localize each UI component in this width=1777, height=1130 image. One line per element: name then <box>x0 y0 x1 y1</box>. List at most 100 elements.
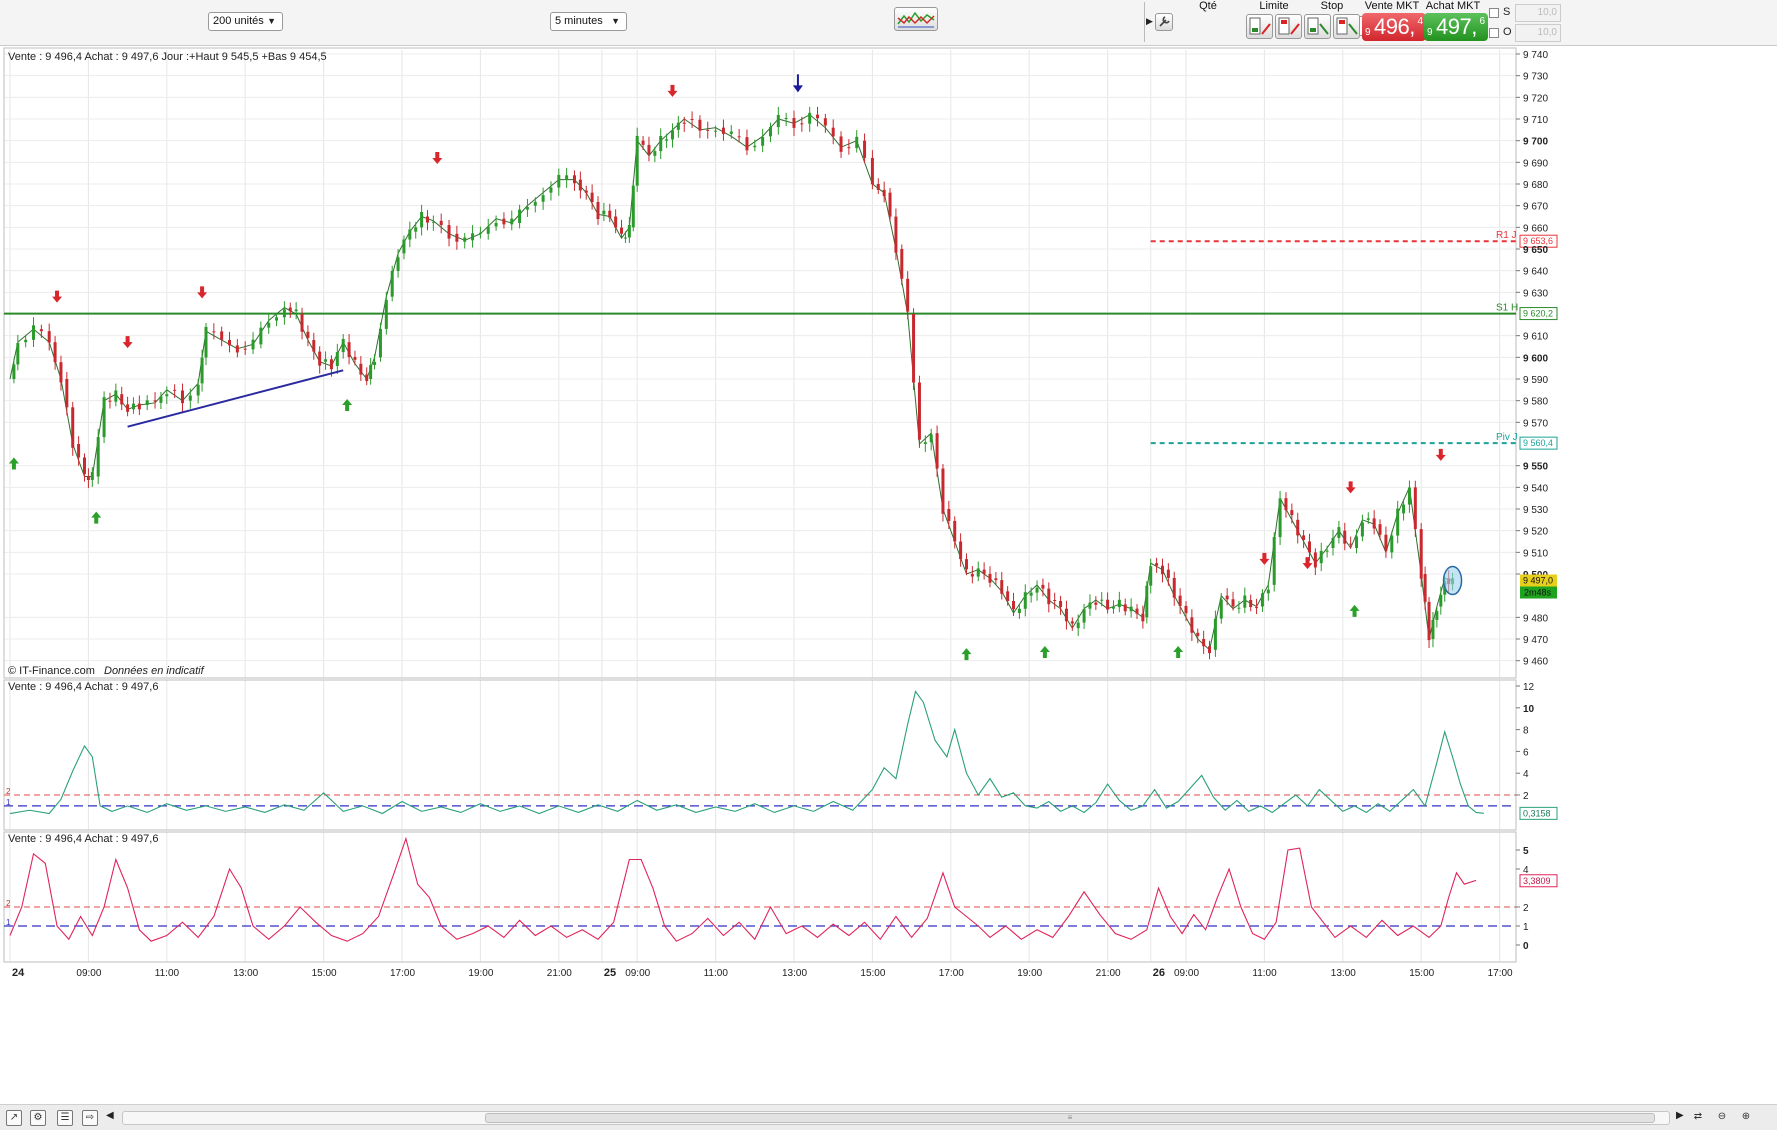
candle-body <box>414 227 418 232</box>
horizontal-scrollbar[interactable]: ≡ <box>122 1111 1670 1125</box>
sell-signal-arrow-icon <box>1345 481 1356 494</box>
timeframe-value: 5 minutes <box>555 15 603 27</box>
candle-body <box>976 568 980 577</box>
fit-screen-icon[interactable]: ⇄ <box>1690 1110 1706 1126</box>
candle-body <box>1135 608 1139 614</box>
indicator-2-axis: 54210 <box>1516 846 1529 952</box>
candle-body <box>1272 537 1276 585</box>
chart-area[interactable]: Vente : 9 496,4 Achat : 9 497,6 Jour :+H… <box>0 46 1777 1104</box>
candle-body <box>1435 611 1439 620</box>
quantity-unit-value: 200 unités <box>213 15 264 27</box>
candle-body <box>1172 577 1176 598</box>
o-value: 10,0 <box>1537 27 1557 38</box>
candle-body <box>96 437 100 477</box>
candle-body <box>259 327 263 345</box>
settings-icon[interactable]: ⚙ <box>30 1110 46 1126</box>
candle-body <box>1106 599 1110 610</box>
candle-body <box>1439 594 1443 607</box>
candle-body <box>1249 600 1253 608</box>
indicator-2-value-tag: 3,3809 <box>1519 874 1558 888</box>
axis-tick-label: 9 590 <box>1523 375 1548 386</box>
indicators-button[interactable] <box>894 7 938 31</box>
candle-body <box>1213 618 1217 650</box>
candle-body <box>53 342 57 363</box>
price-panel[interactable]: Vente : 9 496,4 Achat : 9 497,6 Jour :+H… <box>3 47 1558 679</box>
candle-body <box>145 400 149 406</box>
candle-body <box>378 328 382 358</box>
candle-body <box>77 444 81 458</box>
zoom-in-icon[interactable]: ⊕ <box>1738 1110 1754 1126</box>
collapse-arrow-icon[interactable]: ▶ <box>1146 16 1153 27</box>
scrollbar-thumb[interactable]: ≡ <box>485 1113 1655 1123</box>
candle-body <box>912 314 916 383</box>
candle-body <box>1378 524 1382 535</box>
candle-body <box>220 331 224 340</box>
zoom-out-icon[interactable]: ⊖ <box>1714 1110 1730 1126</box>
axis-tick-label: 9 700 <box>1523 137 1548 148</box>
candle-body <box>1160 565 1164 575</box>
axis-tick-label: 10 <box>1523 704 1535 715</box>
candle-body <box>631 185 635 228</box>
buy-mkt-button[interactable]: 9 497, 6 <box>1424 13 1488 41</box>
stop-label: Stop <box>1320 0 1344 12</box>
candle-body <box>1255 607 1259 609</box>
candle-body <box>12 364 16 380</box>
candle-body <box>816 114 820 119</box>
time-axis-label: 26 <box>1153 967 1165 979</box>
candle-body <box>1290 510 1294 516</box>
sell-mkt-button[interactable]: 9 496, 4 <box>1362 13 1426 41</box>
candle-body <box>959 541 963 560</box>
settings-wrench-button[interactable] <box>1155 13 1173 31</box>
o-value-input: 10,0 <box>1515 24 1561 42</box>
candle-body <box>204 326 208 358</box>
candle-body <box>478 232 482 234</box>
candle-body <box>243 348 247 350</box>
time-axis-label: 09:00 <box>625 968 650 979</box>
candle-body <box>1307 541 1311 553</box>
s-checkbox[interactable] <box>1489 8 1499 18</box>
current-price-marker <box>1442 565 1463 596</box>
indicator-panel-1[interactable]: Vente : 9 496,4 Achat : 9 497,6 2 1 <box>3 679 1517 831</box>
navigate-icon[interactable]: ↗ <box>6 1110 22 1126</box>
list-icon[interactable]: ☰ <box>57 1110 73 1126</box>
limit-buy-button[interactable] <box>1275 14 1302 39</box>
chevron-down-icon: ▼ <box>267 16 276 26</box>
axis-tick-label: 6 <box>1523 747 1529 758</box>
scroll-left-icon[interactable]: ◀ <box>106 1110 114 1121</box>
candle-body <box>800 123 804 125</box>
quantity-unit-select[interactable]: 200 unités ▼ <box>208 12 283 31</box>
candle-body <box>1337 527 1341 538</box>
buy-mkt-label: Achat MKT <box>1425 0 1481 12</box>
s-value: 10,0 <box>1537 7 1557 18</box>
time-axis-label: 19:00 <box>468 968 493 979</box>
timeframe-select[interactable]: 5 minutes ▼ <box>550 12 627 31</box>
axis-tick-label: 9 480 <box>1523 613 1548 624</box>
export-icon[interactable]: ⇨ <box>82 1110 98 1126</box>
candle-body <box>888 192 892 217</box>
sell-signal-arrow-icon <box>1302 557 1313 570</box>
candle-body <box>353 357 357 360</box>
indicator-2-value: 3,3809 <box>1523 876 1551 886</box>
time-axis-label: 09:00 <box>76 968 101 979</box>
candle-body <box>71 407 75 448</box>
stop-buy-button[interactable] <box>1333 14 1360 39</box>
candle-body <box>1129 606 1133 612</box>
candle-body <box>1427 601 1431 641</box>
stop-sell-button[interactable] <box>1304 14 1331 39</box>
scroll-right-icon[interactable]: ▶ <box>1676 1110 1684 1121</box>
candle-body <box>235 345 239 353</box>
candle-body <box>1064 608 1068 622</box>
candle-body <box>1145 585 1149 618</box>
time-axis-label: 24 <box>12 967 25 979</box>
candle-body <box>359 363 363 375</box>
o-checkbox[interactable] <box>1489 28 1499 38</box>
indicator-panel-2[interactable]: Vente : 9 496,4 Achat : 9 497,6 2 1 <box>3 831 1517 963</box>
indicator-1-axis: 12 10 8 6 4 2 <box>1516 682 1535 802</box>
candle-body <box>590 192 594 203</box>
chevron-down-icon: ▼ <box>611 16 620 26</box>
indicator-1-value: 0,3158 <box>1523 808 1551 818</box>
candle-body <box>1419 529 1423 579</box>
candle-body <box>408 229 412 240</box>
candle-body <box>1296 519 1300 536</box>
limit-sell-button[interactable] <box>1246 14 1273 39</box>
